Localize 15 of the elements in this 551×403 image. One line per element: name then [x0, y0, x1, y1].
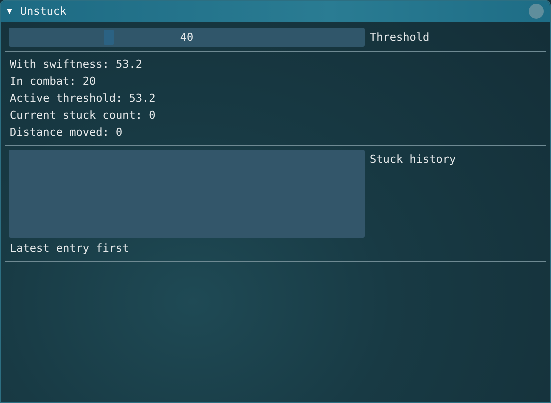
collapse-toggle[interactable]: ▼ — [7, 6, 12, 16]
slider-value: 40 — [180, 31, 194, 44]
history-list[interactable] — [9, 150, 365, 238]
window-title: Unstuck — [20, 5, 68, 18]
stat-text: In combat: 20 — [10, 74, 98, 90]
stat-text: Active threshold: 53.2 — [10, 91, 157, 107]
close-button[interactable] — [529, 4, 544, 19]
hint-text: Latest entry first — [9, 241, 130, 257]
stat-text: Distance moved: 0 — [10, 125, 124, 141]
list-label: Stuck history — [370, 152, 456, 168]
slider-label: Threshold — [370, 30, 430, 46]
slider-handle[interactable] — [104, 30, 114, 45]
threshold-slider[interactable]: 40 — [9, 28, 365, 47]
stat-text: Current stuck count: 0 — [10, 108, 157, 124]
stat-text: With swiftness: 53.2 — [10, 57, 144, 73]
